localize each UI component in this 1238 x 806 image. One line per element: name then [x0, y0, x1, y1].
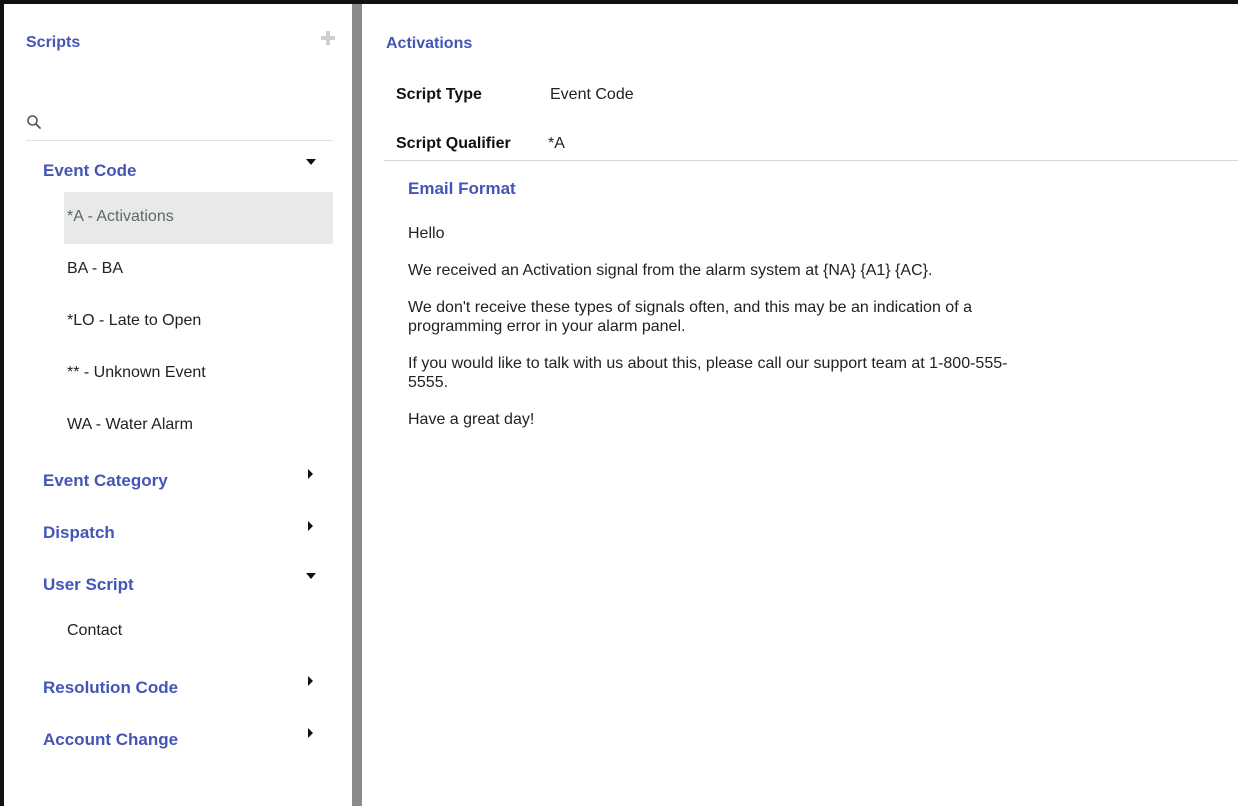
script-item-label: WA - Water Alarm	[67, 416, 193, 433]
group-event-code[interactable]: Event Code	[30, 151, 340, 191]
script-detail-panel: Activations Script Type Event Code Scrip…	[362, 4, 1238, 806]
group-label: Resolution Code	[43, 678, 179, 697]
search-input[interactable]	[50, 110, 334, 140]
email-paragraph: If you would like to talk with us about …	[408, 355, 1008, 372]
sidebar-header: Scripts	[26, 31, 336, 58]
email-format-title: Email Format	[408, 179, 516, 198]
email-body: Hello We received an Activation signal f…	[408, 224, 1168, 447]
caret-right-icon	[308, 521, 313, 531]
email-paragraph: We don't receive these types of signals …	[408, 299, 972, 316]
panel-splitter[interactable]	[352, 4, 362, 806]
page-title: Activations	[386, 35, 473, 52]
script-item-label: BA - BA	[67, 260, 124, 277]
email-paragraph: 5555.	[408, 374, 449, 391]
script-item-label: Contact	[67, 622, 123, 639]
script-item-label: *LO - Late to Open	[67, 312, 202, 329]
script-item-label: ** - Unknown Event	[67, 364, 206, 381]
group-label: Event Category	[43, 471, 168, 490]
script-item-unknown-event[interactable]: ** - Unknown Event	[64, 348, 333, 400]
caret-right-icon	[308, 728, 313, 738]
caret-down-icon	[306, 573, 316, 579]
caret-down-icon	[306, 159, 316, 165]
group-resolution-code[interactable]: Resolution Code	[30, 668, 340, 708]
script-qualifier-value: *A	[548, 135, 565, 152]
group-user-script[interactable]: User Script	[30, 565, 340, 605]
script-item-ba[interactable]: BA - BA	[64, 244, 333, 296]
group-label: User Script	[43, 575, 134, 594]
scripts-sidebar: Scripts Event Code *A - Activations BA -…	[4, 4, 352, 806]
email-paragraph: We received an Activation signal from th…	[408, 262, 933, 279]
script-type-label: Script Type	[396, 86, 482, 103]
script-item-label: *A - Activations	[67, 208, 174, 225]
group-label: Event Code	[43, 161, 137, 180]
sidebar-title: Scripts	[26, 34, 81, 51]
divider	[384, 160, 1238, 161]
group-dispatch[interactable]: Dispatch	[30, 513, 340, 553]
email-paragraph: programming error in your alarm panel.	[408, 318, 686, 335]
group-label: Account Change	[43, 730, 179, 749]
script-qualifier-label: Script Qualifier	[396, 135, 511, 152]
script-item-contact[interactable]: Contact	[64, 606, 333, 658]
group-label: Dispatch	[43, 523, 115, 542]
script-type-value: Event Code	[550, 86, 634, 103]
group-event-category[interactable]: Event Category	[30, 461, 340, 501]
script-item-late-to-open[interactable]: *LO - Late to Open	[64, 296, 333, 348]
group-account-change[interactable]: Account Change	[30, 720, 340, 760]
caret-right-icon	[308, 676, 313, 686]
script-item-water-alarm[interactable]: WA - Water Alarm	[64, 400, 333, 452]
caret-right-icon	[308, 469, 313, 479]
email-paragraph: Have a great day!	[408, 411, 535, 428]
email-paragraph: Hello	[408, 225, 445, 242]
script-item-activations[interactable]: *A - Activations	[64, 192, 333, 244]
plus-icon[interactable]	[320, 30, 336, 46]
search-row	[26, 110, 334, 141]
search-icon	[27, 115, 41, 129]
